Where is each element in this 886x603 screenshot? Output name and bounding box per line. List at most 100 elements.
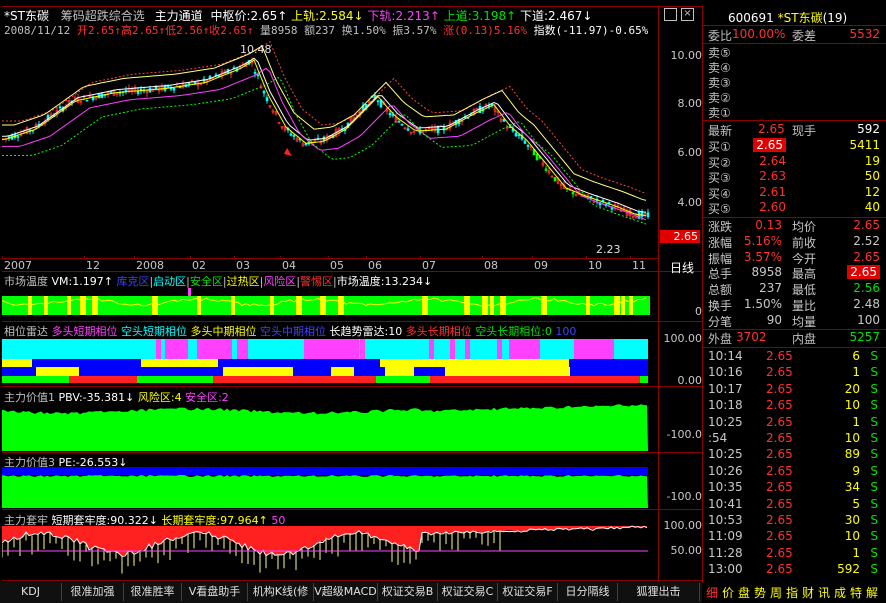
weibi-row: 委比 100.00% 委差 5532: [708, 27, 880, 43]
x-axis: 2007 12 2008 02 03 04 05 06 07 08 09 10 11: [2, 256, 658, 272]
toolbar-button-9[interactable]: 日分隔线: [558, 583, 618, 601]
toolbar-button-1[interactable]: 很准加强: [62, 583, 124, 601]
sell-row-4: 卖④: [708, 61, 731, 75]
stat-row-0: 涨跌 0.13 均价 2.65: [708, 218, 880, 234]
x-label-0: 2007: [4, 259, 32, 272]
panel-div-1: [2, 321, 702, 322]
panel-tabs: 细价盘势周指财讯成特解: [704, 583, 886, 601]
tick-row-1: 10:16 2.65 1 S: [708, 365, 878, 380]
radar-axis-bot: 0.00: [677, 374, 703, 387]
stat-row-6: 分笔 90 均量 100: [708, 312, 880, 329]
radar-axis-top: 100.00: [663, 332, 703, 345]
tick-row-10: 10:53 2.65 30 S: [708, 513, 878, 527]
y-tick-6: 6.00: [677, 146, 703, 159]
temp-axis-0: 0: [695, 305, 702, 318]
sell-row-2: 卖②: [708, 91, 731, 105]
high-label: 10.48: [240, 43, 272, 56]
stat-row-4: 总额 237 最低 2.56: [708, 281, 880, 298]
x-label-2: 2008: [136, 259, 164, 272]
x-label-9: 08: [484, 259, 498, 272]
sell-row-3: 卖③: [708, 76, 731, 90]
restore-window-icon[interactable]: [664, 8, 677, 21]
panel-tab-2[interactable]: 盘: [738, 584, 750, 601]
buy-row-4: 买④ 2.61 12: [708, 184, 880, 201]
lower-rail: 下轨:2.213: [367, 9, 430, 23]
stat-row-1: 涨幅 5.16% 前收 2.52: [708, 233, 880, 250]
panel-tab-0[interactable]: 细: [706, 584, 718, 601]
toolbar-button-7[interactable]: 权证交易C: [438, 583, 498, 601]
trap-chart[interactable]: [2, 522, 658, 580]
panel-tab-1[interactable]: 价: [722, 584, 734, 601]
toolbar-button-6[interactable]: 权证交易B: [378, 583, 438, 601]
buy-row-5: 买⑤ 2.60 40: [708, 200, 880, 217]
indicator-title: 筹码超跌综合选: [60, 9, 145, 23]
toolbar-button-8[interactable]: 权证交易F: [498, 583, 558, 601]
tick-row-13: 13:00 2.65 592 S: [708, 562, 878, 577]
tick-row-3: 10:18 2.65 10 S: [708, 398, 878, 413]
x-label-1: 12: [86, 259, 100, 272]
x-label-11: 10: [588, 259, 602, 272]
channel-label: 主力通道: [154, 9, 203, 23]
y-tick-10: 10.00: [670, 49, 703, 62]
price-marker: 2.65: [660, 230, 700, 243]
toolbar-button-0[interactable]: KDJ: [0, 583, 62, 601]
toolbar-button-3[interactable]: V看盘助手: [182, 583, 248, 601]
temperature-chart[interactable]: [2, 288, 658, 321]
tick-row-5: :54 2.65 10 S: [708, 431, 878, 445]
panel-tab-8[interactable]: 成: [834, 584, 846, 601]
value3-chart[interactable]: [2, 467, 658, 508]
tick-row-12: 11:28 2.65 1 S: [708, 545, 878, 560]
panel-tab-6[interactable]: 财: [802, 584, 814, 601]
x-label-5: 04: [282, 259, 296, 272]
period-label[interactable]: 日线: [670, 259, 694, 276]
radar-chart[interactable]: [2, 339, 658, 385]
axis-divider: [658, 6, 659, 583]
toolbar-button-10[interactable]: 狐狸出击: [618, 583, 700, 601]
latest-row: 最新 2.65 现手 592: [708, 122, 880, 138]
y-tick-8: 8.00: [677, 97, 703, 110]
buy-row-3: 买③ 2.63 50: [708, 169, 880, 186]
panel-tab-4[interactable]: 周: [770, 584, 782, 601]
panel-tab-5[interactable]: 指: [786, 584, 798, 601]
value1-axis: -100.0: [666, 428, 702, 441]
price-chart[interactable]: [2, 36, 658, 258]
panel-tab-7[interactable]: 讯: [818, 584, 830, 601]
trap-axis-top: 100.00: [663, 519, 703, 532]
radar-header: 相位雷达 多头短期相位 空头短期相位 多头中期相位 空头中期相位 长趋势雷达:1…: [4, 325, 577, 338]
panel-tab-9[interactable]: 特: [850, 584, 862, 601]
toolbar-button-5[interactable]: V超级MACD: [314, 583, 378, 601]
tick-row-4: 10:25 2.65 1 S: [708, 414, 878, 429]
panel-tab-10[interactable]: 解: [866, 584, 878, 601]
stock-title: 600691 *ST东碳(19): [728, 11, 848, 25]
toolbar-button-4[interactable]: 机构K线(修: [248, 583, 314, 601]
stat-row-5: 换手 1.50% 量比 2.48: [708, 297, 880, 313]
tick-row-11: 11:09 2.65 10 S: [708, 529, 878, 544]
sell-row-5: 卖⑤: [708, 46, 731, 60]
panel-tab-3[interactable]: 势: [754, 584, 766, 601]
x-label-10: 09: [534, 259, 548, 272]
tick-row-7: 10:26 2.65 9 S: [708, 463, 878, 478]
tick-row-6: 10:25 2.65 89 S: [708, 447, 878, 462]
panel-div-4: [2, 509, 702, 510]
tick-row-9: 10:41 2.65 5 S: [708, 496, 878, 511]
formula-toolbar: KDJ 很准加强 很准胜率 V看盘助手 机构K线(修 V超级MACD 权证交易B 权证交易C 权…: [0, 582, 702, 603]
up-line: 上道:3.198: [443, 9, 507, 23]
buy-row-1: 买① 2.65 5411: [708, 138, 880, 154]
value3-axis: -100.0: [666, 490, 702, 503]
x-label-3: 02: [192, 259, 206, 272]
x-label-6: 05: [330, 259, 344, 272]
upper-rail: 上轨:2.584: [291, 9, 354, 23]
stat-row-2: 振幅 3.57% 今开 2.65: [708, 249, 880, 266]
close-window-icon[interactable]: ×: [681, 8, 694, 21]
trap-axis-mid: 50.00: [670, 544, 703, 557]
panel-div-5: [2, 580, 702, 581]
tick-row-0: 10:14 2.65 6 S: [708, 349, 878, 363]
low-label: 2.23: [596, 243, 621, 256]
value1-chart[interactable]: [2, 403, 658, 451]
panel-div-3: [2, 452, 702, 453]
x-label-8: 07: [422, 259, 436, 272]
buy-row-2: 买② 2.64 19: [708, 153, 880, 170]
tick-row-2: 10:17 2.65 20 S: [708, 381, 878, 396]
toolbar-button-2[interactable]: 很准胜率: [124, 583, 182, 601]
panel-div-2: [2, 386, 702, 387]
